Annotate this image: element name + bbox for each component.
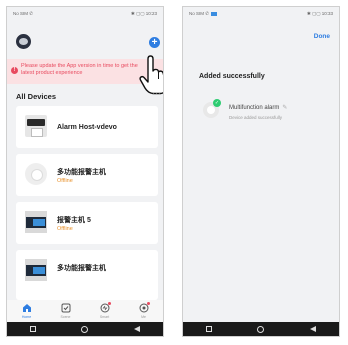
device-card[interactable]: 报警主机 5 Offline <box>16 202 158 244</box>
tab-label: Smart <box>99 315 110 319</box>
notification-dot <box>107 302 111 305</box>
device-status: Offline <box>57 178 73 184</box>
status-indicators: ✱ ▢▢ 10:23 <box>130 11 157 16</box>
home-icon <box>22 304 31 312</box>
status-indicators: ✱ ▢▢ 10:33 <box>306 11 333 16</box>
device-thumbnail <box>25 163 47 185</box>
device-thumbnail <box>25 259 47 281</box>
add-success-screen: No SIM ✆ ✱ ▢▢ 10:33 Done Added successfu… <box>182 6 340 337</box>
check-icon: ✓ <box>213 99 221 107</box>
android-nav-bar <box>7 322 163 336</box>
recents-icon[interactable] <box>29 326 36 332</box>
home-nav-icon[interactable] <box>257 325 265 333</box>
device-name: 多功能报警主机 <box>57 265 106 272</box>
home-screen: No SIM ✆ ✱ ▢▢ 10:23 + ! Please update th… <box>6 6 164 337</box>
warning-icon: ! <box>11 67 18 74</box>
device-status: Offline <box>57 226 73 232</box>
scene-icon <box>61 303 70 313</box>
device-name-row[interactable]: Multifunction alarm ✎ <box>229 104 287 111</box>
tab-home[interactable]: Home <box>16 303 38 319</box>
carrier-text: No SIM ✆ <box>189 11 218 17</box>
carrier-text: No SIM ✆ <box>13 11 34 16</box>
banner-text: Please update the App version in time to… <box>21 63 138 76</box>
status-bar: No SIM ✆ ✱ ▢▢ 10:33 <box>183 7 339 21</box>
device-name: 多功能报警主机 <box>57 169 106 176</box>
app-badge-icon <box>211 11 218 16</box>
device-status: Device added successfully <box>229 115 283 120</box>
edit-pencil-icon[interactable]: ✎ <box>282 104 287 111</box>
done-button[interactable]: Done <box>314 33 330 40</box>
android-nav-bar <box>183 322 339 336</box>
tab-bar: Home Scene Smart Me <box>7 300 163 324</box>
home-nav-icon[interactable] <box>81 325 89 333</box>
success-title: Added successfully <box>199 73 265 80</box>
tab-scene[interactable]: Scene <box>55 303 77 319</box>
add-device-button[interactable]: + <box>149 37 160 48</box>
more-icon[interactable]: ··· <box>152 89 162 98</box>
device-thumbnail <box>25 211 47 233</box>
back-icon[interactable] <box>134 326 141 332</box>
device-thumbnail <box>25 115 47 137</box>
tab-label: Scene <box>60 315 71 319</box>
section-title: All Devices <box>16 92 57 101</box>
device-name: 报警主机 5 <box>57 217 91 224</box>
status-bar: No SIM ✆ ✱ ▢▢ 10:23 <box>7 7 163 21</box>
tab-label: Me <box>141 315 146 319</box>
avatar[interactable] <box>16 34 31 49</box>
device-name: Multifunction alarm <box>229 105 280 111</box>
device-name: Alarm Host-vdevo <box>57 124 117 131</box>
tab-smart[interactable]: Smart <box>94 302 116 319</box>
notification-dot <box>146 302 150 305</box>
recents-icon[interactable] <box>205 326 212 332</box>
tab-me[interactable]: Me <box>133 302 155 319</box>
back-icon[interactable] <box>310 326 317 332</box>
device-card[interactable]: Alarm Host-vdevo <box>16 106 158 148</box>
device-card[interactable]: 多功能报警主机 Offline <box>16 154 158 196</box>
tab-label: Home <box>21 315 32 319</box>
device-card[interactable]: 多功能报警主机 <box>16 250 158 300</box>
